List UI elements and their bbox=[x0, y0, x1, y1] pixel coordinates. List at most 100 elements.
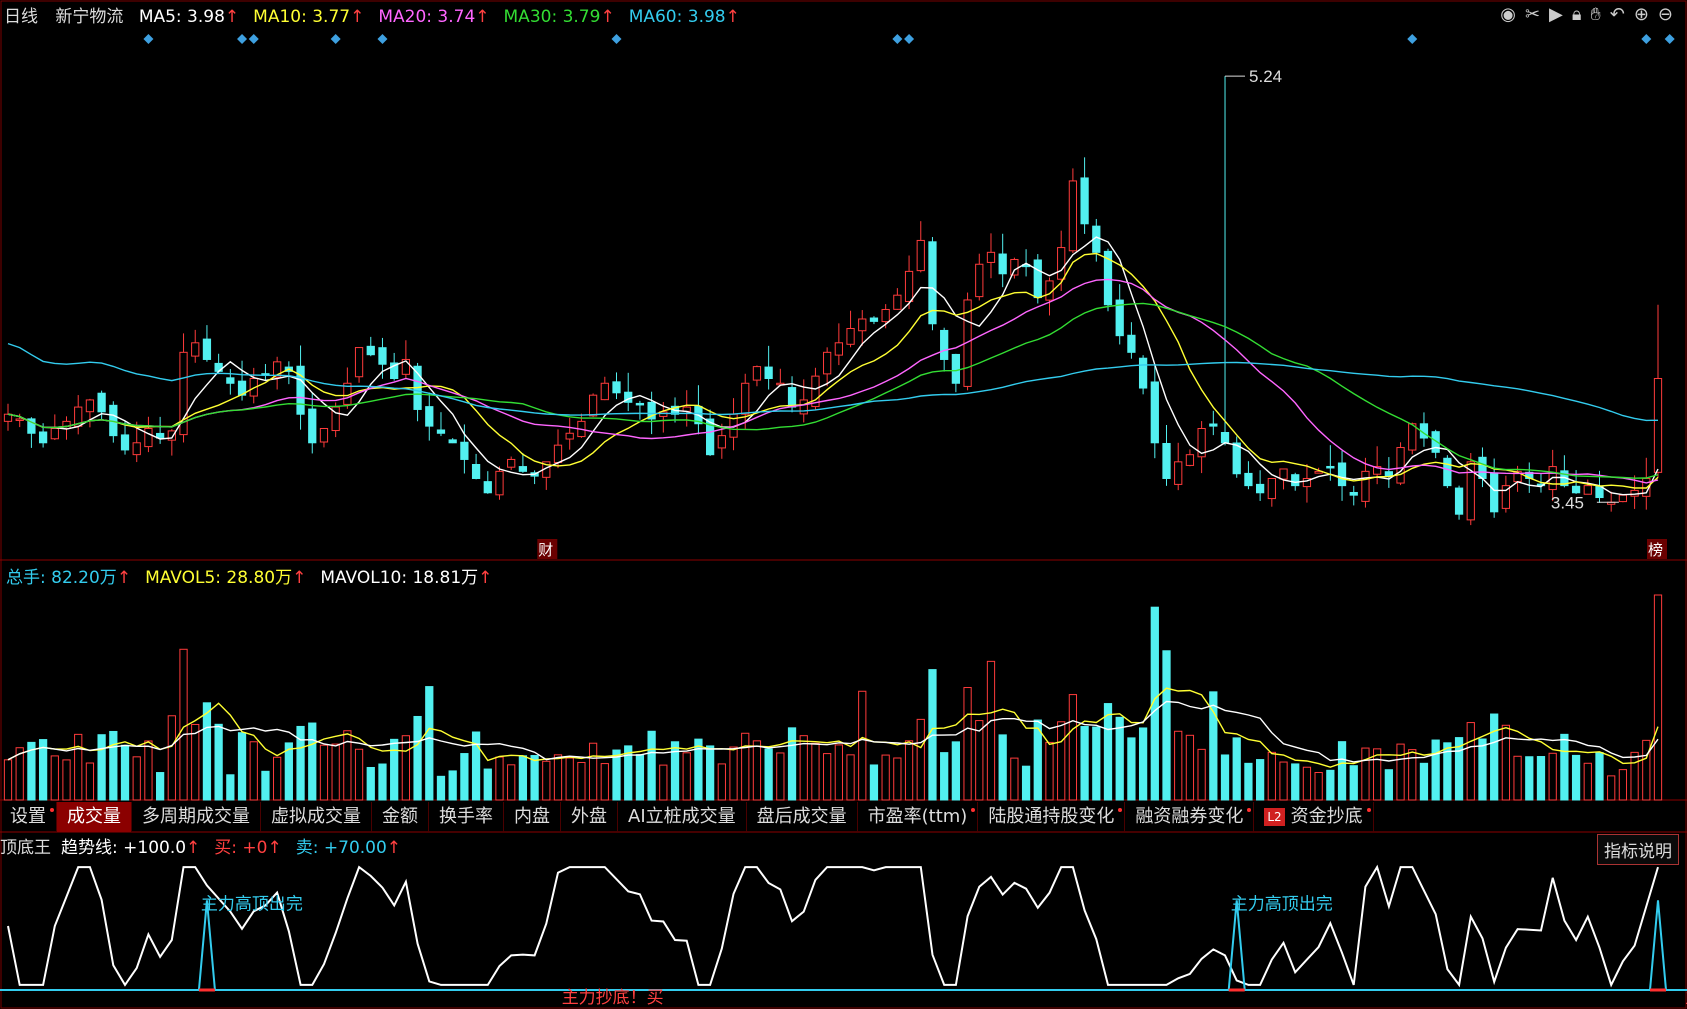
tab-label: 内盘 bbox=[514, 806, 550, 827]
candle-body bbox=[1174, 461, 1183, 485]
volume-bar bbox=[226, 774, 235, 801]
volume-bar bbox=[378, 763, 387, 801]
l2-badge: L2 bbox=[1264, 808, 1285, 826]
volume-bar bbox=[132, 756, 141, 801]
tab-0[interactable]: 设置 bbox=[0, 802, 57, 832]
candle-body bbox=[1267, 477, 1276, 500]
tab-4[interactable]: 金额 bbox=[372, 802, 429, 832]
vol-legend-item-2: MAVOL10: 18.81万↑ bbox=[320, 568, 493, 588]
candle-body bbox=[553, 444, 563, 464]
candle-body bbox=[1396, 447, 1405, 484]
tab-12[interactable]: 融资融券变化 bbox=[1125, 802, 1255, 832]
candle-body bbox=[354, 347, 364, 378]
lock-icon[interactable]: 🔒︎ bbox=[1572, 4, 1582, 25]
play-icon[interactable]: ▶ bbox=[1549, 4, 1563, 25]
volume-bar bbox=[823, 753, 832, 801]
volume-bar bbox=[811, 742, 820, 801]
tab-13[interactable]: L2 资金抄底 bbox=[1254, 802, 1374, 832]
candle-body bbox=[951, 353, 961, 384]
candle-body bbox=[15, 418, 24, 421]
candle-body bbox=[846, 328, 855, 345]
candle-body bbox=[904, 270, 914, 302]
vol-legend-item-1: MAVOL5: 28.80万↑ bbox=[145, 568, 307, 588]
eye-icon[interactable]: ◉ bbox=[1500, 4, 1516, 25]
volume-bar bbox=[74, 733, 83, 801]
volume-bar bbox=[1162, 650, 1171, 801]
tab-8[interactable]: AI立桩成交量 bbox=[618, 802, 747, 832]
zoom-out-icon[interactable]: ⊖ bbox=[1658, 4, 1673, 25]
candle-body bbox=[858, 318, 867, 332]
candle-body bbox=[565, 432, 574, 440]
candle-body bbox=[425, 406, 434, 427]
candle-body bbox=[1454, 487, 1464, 515]
undo-icon[interactable]: ↶ bbox=[1610, 4, 1625, 25]
tab-2[interactable]: 多周期成交量 bbox=[132, 802, 261, 832]
event-diamond-icon bbox=[237, 34, 248, 44]
period-label[interactable]: 日线 bbox=[4, 7, 38, 27]
tab-1[interactable]: 成交量 bbox=[57, 802, 132, 832]
tab-5[interactable]: 换手率 bbox=[429, 802, 504, 832]
volume-bar bbox=[50, 755, 59, 801]
candle-body bbox=[893, 294, 902, 310]
volume-bar bbox=[1045, 741, 1054, 801]
volume-bar bbox=[1267, 751, 1276, 801]
tab-6[interactable]: 内盘 bbox=[504, 802, 561, 832]
indicator-legend: 顶底王 趋势线: +100.0↑ 买: +0↑ 卖: +70.00↑ bbox=[0, 833, 409, 863]
volume-bar bbox=[553, 754, 563, 801]
up-arrow-icon: ↑ bbox=[386, 838, 402, 858]
event-diamond-icon bbox=[1641, 34, 1652, 44]
tab-7[interactable]: 外盘 bbox=[561, 802, 618, 832]
candle-body bbox=[132, 442, 141, 456]
volume-bar bbox=[1583, 762, 1592, 801]
tab-label: 虚拟成交量 bbox=[271, 806, 361, 827]
volume-bar bbox=[869, 764, 879, 801]
volume-bar bbox=[729, 746, 738, 801]
candle-body bbox=[1490, 472, 1499, 513]
volume-bar bbox=[670, 741, 680, 801]
volume-bar bbox=[717, 763, 726, 801]
volume-bar bbox=[1630, 751, 1639, 801]
volume-bar bbox=[1490, 713, 1499, 801]
up-arrow-icon: ↑ bbox=[475, 7, 490, 27]
volume-bar bbox=[1080, 726, 1089, 801]
volume-bar bbox=[214, 723, 223, 801]
candle-body bbox=[120, 434, 130, 451]
up-arrow-icon: ↑ bbox=[725, 7, 740, 27]
tab-label: 外盘 bbox=[571, 806, 607, 827]
indicator-explain-button[interactable]: 指标说明 bbox=[1597, 834, 1679, 865]
volume-bar bbox=[1653, 594, 1663, 801]
volume-bar bbox=[1068, 694, 1078, 801]
tab-11[interactable]: 陆股通持股变化 bbox=[978, 802, 1126, 832]
ind-legend-item-2: 卖: +70.00↑ bbox=[295, 838, 402, 858]
tab-10[interactable]: 市盈率(ttm) bbox=[858, 802, 979, 832]
scissors-icon[interactable]: ✂ bbox=[1525, 4, 1540, 25]
volume-bar bbox=[401, 735, 411, 801]
volume-bar bbox=[518, 755, 528, 801]
tab-label: 金额 bbox=[382, 806, 418, 827]
volume-bar bbox=[331, 743, 340, 801]
tab-label: 多周期成交量 bbox=[142, 806, 250, 827]
sell-spike bbox=[1649, 900, 1667, 991]
candle-body bbox=[764, 366, 773, 380]
zoom-in-icon[interactable]: ⊕ bbox=[1634, 4, 1649, 25]
tab-3[interactable]: 虚拟成交量 bbox=[261, 802, 372, 832]
candle-body bbox=[1326, 465, 1335, 469]
volume-bar bbox=[1571, 754, 1581, 801]
tab-label: 陆股通持股变化 bbox=[988, 806, 1115, 827]
volume-bar bbox=[1396, 743, 1405, 801]
volume-bar bbox=[1291, 763, 1300, 801]
hand-icon[interactable]: ✋︎ bbox=[1590, 4, 1600, 25]
volume-bar bbox=[916, 718, 925, 801]
candle-body bbox=[834, 342, 843, 356]
candle-body bbox=[518, 466, 528, 472]
ind-legend-item-0: 趋势线: +100.0↑ bbox=[61, 838, 201, 858]
volume-bar bbox=[144, 740, 153, 801]
tab-9[interactable]: 盘后成交量 bbox=[747, 802, 858, 832]
candle-body bbox=[1209, 423, 1218, 427]
volume-bar bbox=[858, 690, 867, 801]
candle-body bbox=[495, 470, 504, 496]
ma-legend-item-4: MA60: 3.98↑ bbox=[628, 7, 740, 27]
volume-bar bbox=[167, 715, 176, 801]
ma-legend: MA5: 3.98↑ MA10: 3.77↑ MA20: 3.74↑ MA30: 3.… bbox=[133, 7, 748, 27]
candle-body bbox=[226, 377, 235, 384]
